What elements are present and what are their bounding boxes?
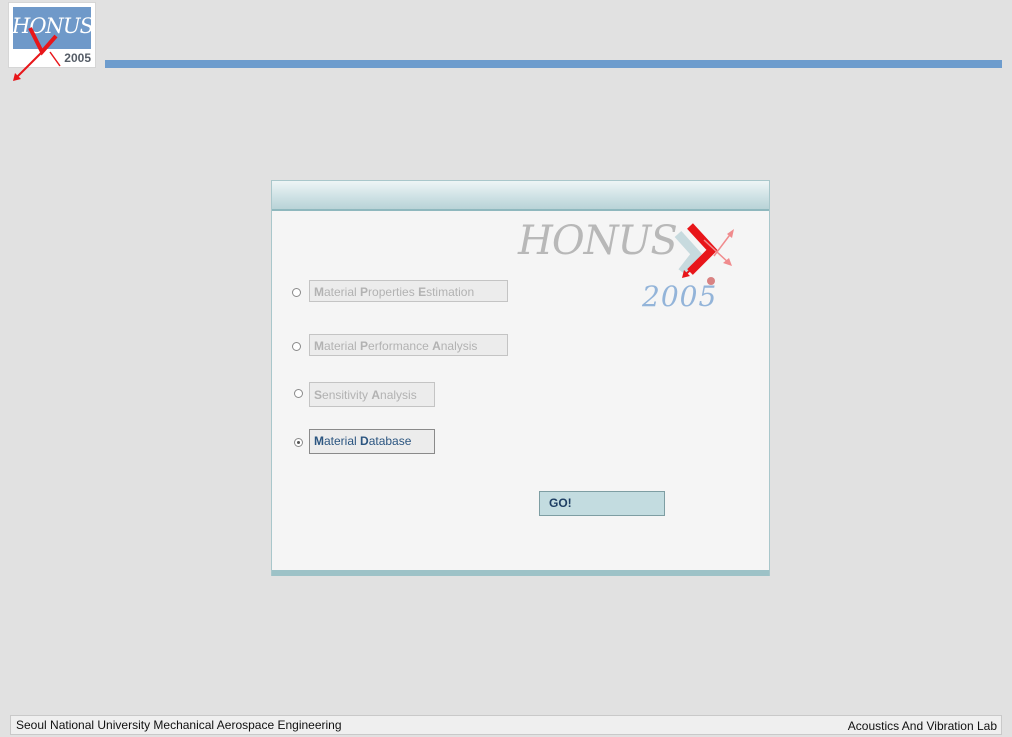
radio-material-database[interactable] xyxy=(294,438,303,447)
radio-material-properties-estimation[interactable] xyxy=(292,288,301,297)
option-initial: A xyxy=(371,388,381,402)
option-initial: D xyxy=(360,434,369,448)
radio-material-performance-analysis[interactable] xyxy=(292,342,301,351)
panel-title-bar xyxy=(272,181,769,211)
honus-logo-icon xyxy=(13,27,61,81)
status-bar: Seoul National University Mechanical Aer… xyxy=(10,715,1002,735)
option-word: nalysis xyxy=(380,388,417,402)
option-initial: M xyxy=(314,434,324,448)
option-word: stimation xyxy=(426,285,475,299)
go-button[interactable]: GO! xyxy=(539,491,665,516)
option-material-properties-estimation[interactable]: Material Properties Estimation xyxy=(309,280,508,302)
header-divider-bar xyxy=(105,60,1002,68)
option-initial: P xyxy=(360,285,369,299)
radio-sensitivity-analysis[interactable] xyxy=(294,389,303,398)
option-word: ensitivity xyxy=(322,388,372,402)
option-initial: P xyxy=(360,339,369,353)
option-initial: M xyxy=(314,285,324,299)
option-word: roperties xyxy=(368,285,419,299)
option-word: aterial xyxy=(324,434,361,448)
option-word: aterial xyxy=(324,339,361,353)
brand-logo: HONUS 2005 xyxy=(518,216,738,320)
option-sensitivity-analysis[interactable]: Sensitivity Analysis xyxy=(309,382,435,407)
option-word: aterial xyxy=(324,285,361,299)
option-word: nalysis xyxy=(440,339,478,353)
option-word: erformance xyxy=(368,339,433,353)
app-logo: HONUS 2005 xyxy=(8,2,96,82)
option-initial: E xyxy=(418,285,427,299)
option-material-performance-analysis[interactable]: Material Performance Analysis xyxy=(309,334,508,356)
status-university: Seoul National University Mechanical Aer… xyxy=(16,718,342,732)
option-material-database[interactable]: Material Database xyxy=(309,429,435,454)
option-word: atabase xyxy=(368,434,412,448)
brand-year: 2005 xyxy=(642,280,718,313)
panel-bottom-bar xyxy=(272,570,769,576)
option-initial: M xyxy=(314,339,324,353)
option-initial: S xyxy=(314,388,323,402)
option-initial: A xyxy=(432,339,441,353)
status-lab: Acoustics And Vibration Lab xyxy=(847,719,997,733)
